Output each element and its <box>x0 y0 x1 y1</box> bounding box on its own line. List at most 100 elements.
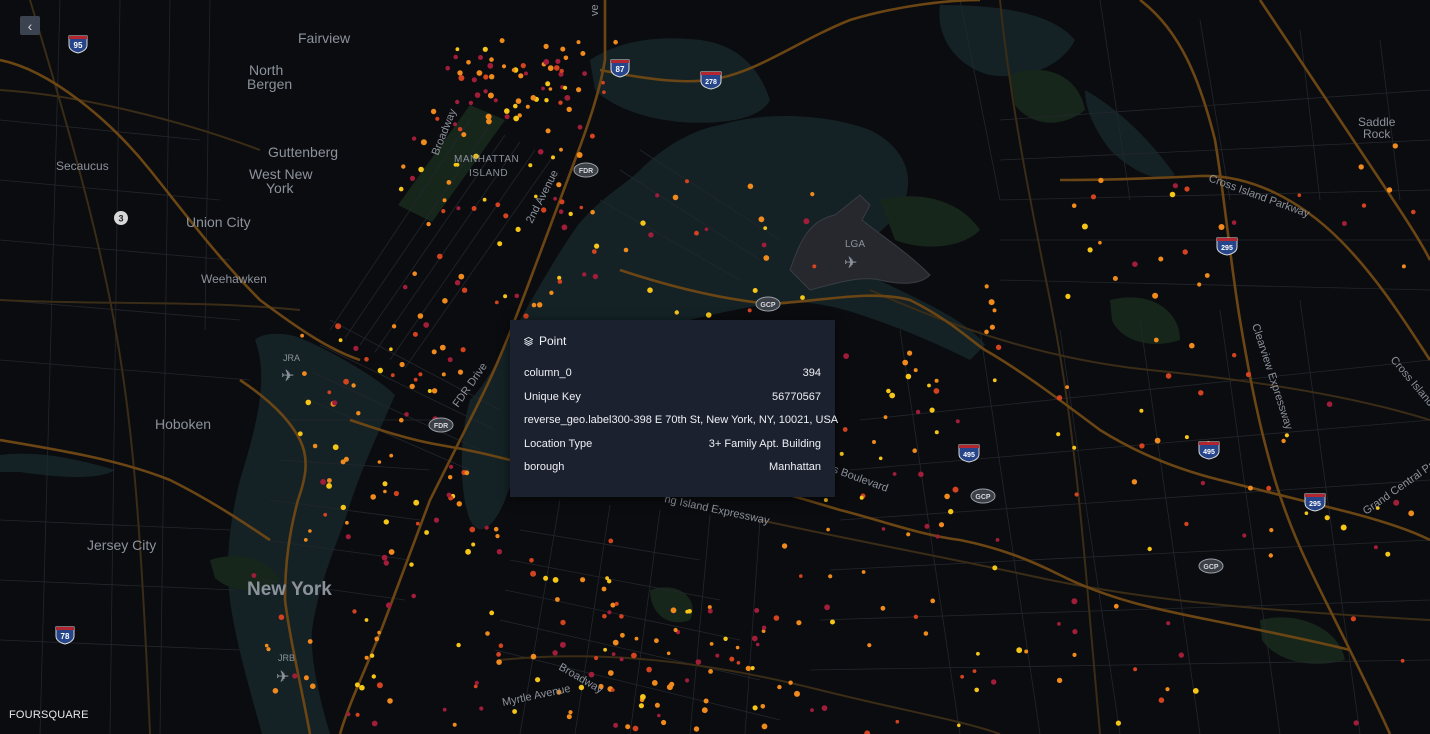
collision-point[interactable] <box>761 723 768 730</box>
collision-point[interactable] <box>812 264 817 269</box>
collision-point[interactable] <box>1153 337 1159 343</box>
collision-point[interactable] <box>694 230 699 236</box>
collision-point[interactable] <box>399 361 405 368</box>
collision-point[interactable] <box>607 670 614 676</box>
collision-point[interactable] <box>674 310 679 315</box>
collision-point[interactable] <box>1166 621 1171 626</box>
collision-point[interactable] <box>915 409 921 415</box>
collision-point[interactable] <box>303 675 309 681</box>
collision-point[interactable] <box>303 538 308 542</box>
collision-point[interactable] <box>1165 373 1172 379</box>
collision-point[interactable] <box>607 610 612 615</box>
collision-point[interactable] <box>672 194 679 201</box>
collapse-panel-button[interactable]: ‹ <box>20 16 40 35</box>
collision-point[interactable] <box>557 275 562 280</box>
collision-point[interactable] <box>747 308 752 313</box>
collision-point[interactable] <box>1132 261 1138 268</box>
collision-point[interactable] <box>504 108 510 114</box>
collision-point[interactable] <box>369 653 375 658</box>
collision-point[interactable] <box>554 65 560 71</box>
collision-point[interactable] <box>530 95 537 101</box>
collision-point[interactable] <box>810 192 815 197</box>
collision-point[interactable] <box>514 293 520 299</box>
collision-point[interactable] <box>843 353 849 359</box>
collision-point[interactable] <box>924 523 930 529</box>
collision-point[interactable] <box>563 55 569 61</box>
collision-point[interactable] <box>474 680 479 686</box>
collision-point[interactable] <box>332 400 338 406</box>
collision-point[interactable] <box>483 89 488 94</box>
collision-point[interactable] <box>929 407 935 413</box>
collision-point[interactable] <box>390 373 395 378</box>
collision-point[interactable] <box>402 284 408 290</box>
collision-point[interactable] <box>1158 697 1165 703</box>
collision-point[interactable] <box>579 205 584 210</box>
collision-point[interactable] <box>535 677 541 683</box>
collision-point[interactable] <box>364 618 369 622</box>
collision-point[interactable] <box>455 47 460 52</box>
collision-point[interactable] <box>457 127 463 132</box>
collision-point[interactable] <box>1057 622 1061 626</box>
collision-point[interactable] <box>423 322 430 328</box>
collision-point[interactable] <box>1147 546 1152 552</box>
collision-point[interactable] <box>651 680 658 686</box>
collision-point[interactable] <box>356 411 361 416</box>
collision-point[interactable] <box>501 64 507 69</box>
collision-point[interactable] <box>957 723 961 728</box>
collision-point[interactable] <box>1139 408 1144 413</box>
collision-point[interactable] <box>842 427 848 432</box>
collision-point[interactable] <box>489 610 495 616</box>
collision-point[interactable] <box>1401 264 1406 269</box>
collision-point[interactable] <box>1373 545 1378 550</box>
collision-point[interactable] <box>1268 553 1274 558</box>
collision-point[interactable] <box>364 357 369 362</box>
collision-point[interactable] <box>1184 435 1189 440</box>
collision-point[interactable] <box>354 682 360 688</box>
collision-point[interactable] <box>468 100 474 106</box>
collision-point[interactable] <box>555 58 561 64</box>
collision-point[interactable] <box>442 707 447 712</box>
collision-point[interactable] <box>297 431 303 437</box>
collision-point[interactable] <box>457 70 463 76</box>
collision-point[interactable] <box>374 636 380 642</box>
collision-point[interactable] <box>418 166 424 173</box>
collision-point[interactable] <box>561 224 568 231</box>
collision-point[interactable] <box>611 652 616 656</box>
collision-point[interactable] <box>1056 395 1063 401</box>
collision-point[interactable] <box>1065 293 1071 299</box>
collision-point[interactable] <box>1353 720 1359 726</box>
collision-point[interactable] <box>620 632 625 638</box>
collision-point[interactable] <box>549 290 554 295</box>
collision-point[interactable] <box>1218 224 1225 230</box>
collision-point[interactable] <box>1361 203 1367 208</box>
collision-point[interactable] <box>389 453 394 458</box>
collision-point[interactable] <box>701 707 708 714</box>
collision-point[interactable] <box>1072 629 1078 635</box>
collision-point[interactable] <box>592 273 599 280</box>
collision-point[interactable] <box>619 614 624 619</box>
collision-point[interactable] <box>880 605 886 611</box>
collision-point[interactable] <box>1074 492 1079 497</box>
collision-point[interactable] <box>934 378 939 383</box>
collision-point[interactable] <box>487 92 494 99</box>
collision-point[interactable] <box>466 60 471 65</box>
collision-point[interactable] <box>704 227 709 232</box>
collision-point[interactable] <box>495 534 500 539</box>
collision-point[interactable] <box>568 211 573 217</box>
collision-point[interactable] <box>371 720 378 727</box>
collision-point[interactable] <box>461 287 468 293</box>
collision-point[interactable] <box>393 490 399 497</box>
collision-point[interactable] <box>1281 438 1286 444</box>
collision-point[interactable] <box>594 243 600 249</box>
collision-point[interactable] <box>1087 247 1093 253</box>
collision-point[interactable] <box>457 369 464 375</box>
collision-point[interactable] <box>654 638 659 644</box>
collision-point[interactable] <box>427 389 432 393</box>
collision-point[interactable] <box>777 684 782 690</box>
collision-point[interactable] <box>426 221 431 227</box>
collision-point[interactable] <box>503 294 508 299</box>
collision-point[interactable] <box>1071 203 1077 208</box>
collision-point[interactable] <box>430 108 437 115</box>
collision-point[interactable] <box>547 65 554 71</box>
collision-point[interactable] <box>927 383 931 388</box>
